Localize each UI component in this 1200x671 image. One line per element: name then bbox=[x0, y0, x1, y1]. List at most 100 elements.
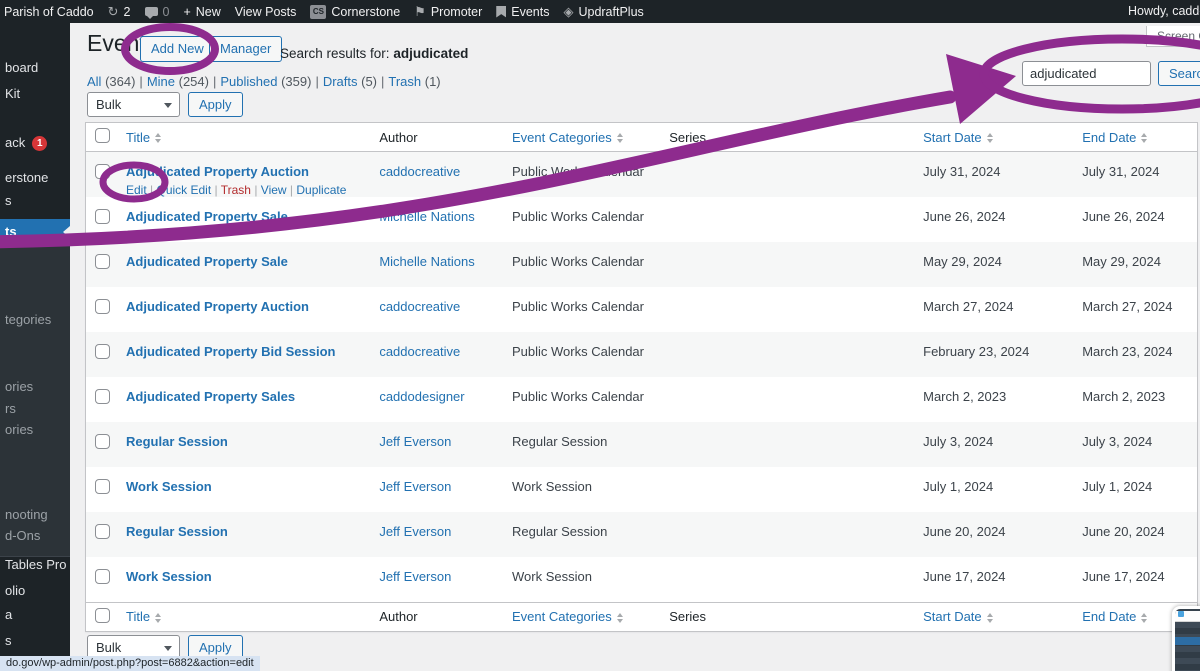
admin-bar-howdy[interactable]: Howdy, caddocr bbox=[1128, 0, 1200, 23]
sidebar-item[interactable]: erstone bbox=[5, 165, 48, 191]
sidebar-item[interactable]: ories bbox=[5, 417, 33, 443]
author-link[interactable]: Michelle Nations bbox=[379, 209, 474, 224]
column-event-categories[interactable]: Event Categories bbox=[512, 609, 612, 624]
row-action-view[interactable]: View bbox=[261, 183, 287, 197]
column-end-date[interactable]: End Date bbox=[1082, 609, 1136, 624]
row-action-duplicate[interactable]: Duplicate bbox=[296, 183, 346, 197]
filter-separator: | bbox=[139, 74, 142, 89]
filter-link-mine[interactable]: Mine bbox=[147, 74, 175, 89]
sidebar-item[interactable]: Kit bbox=[5, 81, 20, 107]
author-link[interactable]: Jeff Everson bbox=[379, 479, 451, 494]
row-action-trash[interactable]: Trash bbox=[221, 183, 251, 197]
event-title-link[interactable]: Adjudicated Property Auction bbox=[126, 164, 309, 179]
row-checkbox[interactable] bbox=[95, 164, 110, 179]
search-input[interactable] bbox=[1022, 61, 1151, 86]
end-date-cell: March 2, 2023 bbox=[1074, 377, 1197, 422]
select-all-checkbox[interactable] bbox=[95, 608, 110, 623]
row-action-edit[interactable]: Edit bbox=[126, 183, 147, 197]
author-link[interactable]: Jeff Everson bbox=[379, 434, 451, 449]
admin-bar-events[interactable]: Events bbox=[496, 5, 549, 19]
manager-button[interactable]: Manager bbox=[209, 36, 282, 62]
filter-link-all[interactable]: All bbox=[87, 74, 101, 89]
table-row: Adjudicated Property AuctionEdit | Quick… bbox=[86, 152, 1198, 198]
author-link[interactable]: caddocreative bbox=[379, 164, 460, 179]
admin-bar-updates[interactable]: ↻ 2 bbox=[108, 5, 131, 19]
row-checkbox[interactable] bbox=[95, 569, 110, 584]
row-checkbox[interactable] bbox=[95, 479, 110, 494]
sidebar-item-label: d-Ons bbox=[5, 528, 40, 543]
sidebar-item[interactable]: Tables Pro bbox=[5, 552, 66, 578]
diamond-icon: ◈ bbox=[563, 5, 573, 18]
event-title-link[interactable]: Regular Session bbox=[126, 524, 228, 539]
sidebar-item[interactable]: s bbox=[5, 188, 12, 214]
sidebar-item[interactable]: ack1 bbox=[5, 130, 47, 156]
sidebar-item-label: olio bbox=[5, 583, 25, 598]
row-checkbox[interactable] bbox=[95, 524, 110, 539]
row-checkbox[interactable] bbox=[95, 209, 110, 224]
author-link[interactable]: Jeff Everson bbox=[379, 524, 451, 539]
add-new-button[interactable]: Add New bbox=[140, 36, 215, 62]
series-cell bbox=[661, 467, 915, 512]
event-title-link[interactable]: Adjudicated Property Sales bbox=[126, 389, 295, 404]
admin-bar-updraft[interactable]: ◈ UpdraftPlus bbox=[563, 5, 643, 19]
apply-button-top[interactable]: Apply bbox=[188, 92, 243, 117]
row-checkbox[interactable] bbox=[95, 344, 110, 359]
row-checkbox[interactable] bbox=[95, 389, 110, 404]
event-title-link[interactable]: Adjudicated Property Sale bbox=[126, 254, 288, 269]
sidebar-item[interactable]: tegories bbox=[5, 307, 51, 333]
column-title[interactable]: Title bbox=[126, 609, 150, 624]
link-preview-statusbar: do.gov/wp-admin/post.php?post=6882&actio… bbox=[0, 656, 260, 671]
filter-link-drafts[interactable]: Drafts bbox=[323, 74, 358, 89]
sort-icon bbox=[155, 133, 161, 143]
filter-link-trash[interactable]: Trash bbox=[388, 74, 421, 89]
search-events-button[interactable]: Search Events bbox=[1158, 61, 1200, 86]
admin-bar-promoter[interactable]: ⚑ Promoter bbox=[414, 5, 482, 19]
row-action-quick-edit[interactable]: Quick Edit bbox=[156, 183, 211, 197]
event-title-link[interactable]: Work Session bbox=[126, 569, 212, 584]
filter-separator: | bbox=[315, 74, 318, 89]
event-title-link[interactable]: Regular Session bbox=[126, 434, 228, 449]
sidebar-item[interactable]: olio bbox=[5, 578, 25, 604]
screen-thumbnail[interactable] bbox=[1172, 606, 1200, 671]
row-checkbox[interactable] bbox=[95, 434, 110, 449]
table-row: Adjudicated Property Auction caddocreativ… bbox=[86, 287, 1198, 332]
column-title[interactable]: Title bbox=[126, 130, 150, 145]
event-title-link[interactable]: Adjudicated Property Bid Session bbox=[126, 344, 336, 359]
admin-bar-comments[interactable]: 0 bbox=[145, 5, 170, 19]
chevron-down-icon bbox=[164, 103, 172, 108]
event-category-cell: Public Works Calendar bbox=[504, 197, 661, 242]
admin-bar-view-posts[interactable]: View Posts bbox=[235, 5, 297, 19]
end-date-cell: June 17, 2024 bbox=[1074, 557, 1197, 602]
sidebar-item[interactable]: ts bbox=[0, 219, 70, 245]
thumbnail-body bbox=[1175, 622, 1200, 671]
author-link[interactable]: Jeff Everson bbox=[379, 569, 451, 584]
sort-icon bbox=[617, 613, 623, 623]
sidebar-item[interactable]: s bbox=[5, 628, 12, 654]
sidebar-item[interactable]: d-Ons bbox=[5, 523, 40, 549]
row-checkbox[interactable] bbox=[95, 254, 110, 269]
row-checkbox[interactable] bbox=[95, 299, 110, 314]
sidebar-item[interactable]: a bbox=[5, 602, 12, 628]
sort-icon bbox=[617, 133, 623, 143]
admin-bar-site-name[interactable]: Parish of Caddo bbox=[4, 5, 94, 19]
sidebar-item[interactable]: board bbox=[5, 55, 38, 81]
column-start-date[interactable]: Start Date bbox=[923, 130, 982, 145]
filter-link-published[interactable]: Published bbox=[220, 74, 277, 89]
column-start-date[interactable]: Start Date bbox=[923, 609, 982, 624]
author-link[interactable]: caddodesigner bbox=[379, 389, 464, 404]
column-event-categories[interactable]: Event Categories bbox=[512, 130, 612, 145]
admin-bar-cornerstone[interactable]: CS Cornerstone bbox=[310, 5, 400, 19]
end-date-cell: July 1, 2024 bbox=[1074, 467, 1197, 512]
bulk-actions-select-top[interactable]: Bulk actions bbox=[87, 92, 180, 117]
screen-options-tab[interactable]: Screen Options bbox=[1146, 26, 1200, 47]
column-end-date[interactable]: End Date bbox=[1082, 130, 1136, 145]
event-title-link[interactable]: Adjudicated Property Auction bbox=[126, 299, 309, 314]
author-link[interactable]: caddocreative bbox=[379, 299, 460, 314]
select-all-checkbox[interactable] bbox=[95, 128, 110, 143]
author-link[interactable]: caddocreative bbox=[379, 344, 460, 359]
event-title-link[interactable]: Adjudicated Property Sale bbox=[126, 209, 288, 224]
event-title-link[interactable]: Work Session bbox=[126, 479, 212, 494]
sidebar-item-label: tegories bbox=[5, 312, 51, 327]
admin-bar-new[interactable]: + New bbox=[183, 5, 220, 19]
author-link[interactable]: Michelle Nations bbox=[379, 254, 474, 269]
